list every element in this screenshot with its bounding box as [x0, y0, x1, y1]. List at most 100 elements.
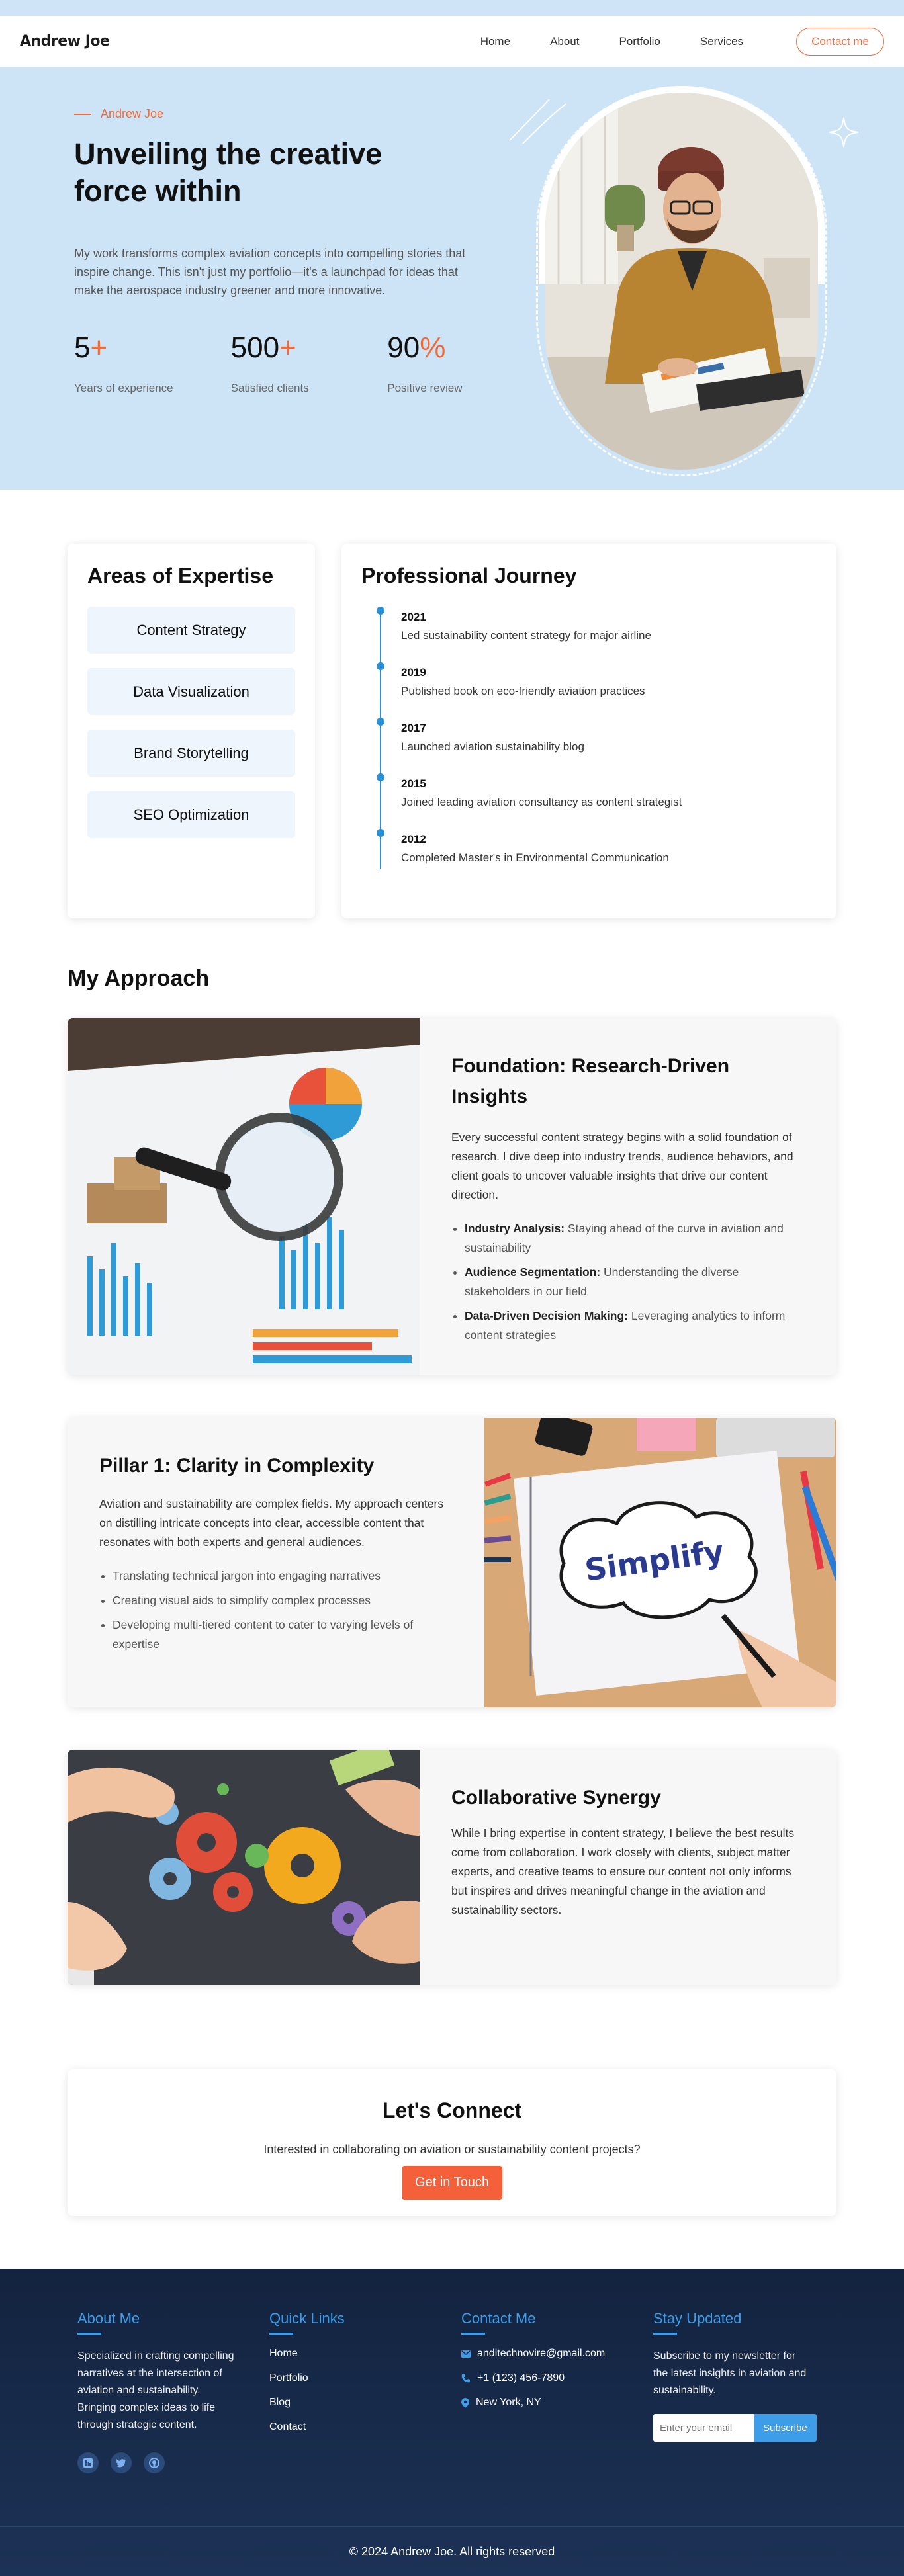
journey-title: Professional Journey: [361, 564, 577, 587]
timeline-dot: [377, 718, 384, 726]
github-icon[interactable]: [144, 2452, 165, 2473]
timeline-year: 2019: [401, 666, 426, 679]
nav-link-services[interactable]: Services: [700, 35, 743, 48]
timeline-year: 2021: [401, 611, 426, 623]
location-icon: [461, 2397, 469, 2408]
hero-title-line1: Unveiling the creative: [74, 137, 383, 171]
timeline-dot: [377, 607, 384, 615]
research-image: [68, 1018, 420, 1375]
gears-image: [68, 1750, 420, 1985]
stat-value: 90: [387, 331, 420, 364]
stat-label: Years of experience: [74, 382, 173, 394]
eyebrow-text: Andrew Joe: [101, 107, 164, 120]
portrait-illustration: [545, 93, 818, 470]
expertise-item: Data Visualization: [87, 668, 295, 715]
nav-link-portfolio[interactable]: Portfolio: [619, 35, 660, 48]
subscribe-button[interactable]: Subscribe: [754, 2414, 817, 2442]
portrait-frame: [536, 86, 827, 483]
connect-text: Interested in collaborating on aviation …: [263, 2143, 641, 2156]
hero-description: My work transforms complex aviation conc…: [74, 247, 466, 297]
hero-title: Unveiling the creative force within: [74, 136, 484, 210]
stat-value: 5: [74, 331, 91, 364]
footer-link-portfolio[interactable]: Portfolio: [269, 2372, 461, 2384]
expertise-journey-row: Areas of Expertise Content Strategy Data…: [68, 544, 836, 918]
expertise-card: Areas of Expertise Content Strategy Data…: [68, 544, 315, 918]
timeline-text: Joined leading aviation consultancy as c…: [401, 796, 682, 808]
get-in-touch-button[interactable]: Get in Touch: [402, 2166, 502, 2200]
contact-phone[interactable]: +1 (123) 456-7890: [461, 2372, 653, 2384]
timeline-dot: [377, 662, 384, 670]
stat-reviews: 90% Positive review: [387, 331, 484, 395]
top-strip: [0, 0, 904, 16]
connect-title: Let's Connect: [382, 2098, 522, 2122]
newsletter-email-input[interactable]: [653, 2414, 754, 2442]
stat-suffix: +: [90, 331, 108, 364]
foundation-list: Industry Analysis: Staying ahead of the …: [451, 1219, 806, 1345]
stat-experience: 5+ Years of experience: [74, 331, 231, 395]
list-item: Developing multi-tiered content to cater…: [113, 1615, 454, 1654]
phone-text: +1 (123) 456-7890: [477, 2372, 565, 2383]
stat-clients: 500+ Satisfied clients: [231, 331, 388, 395]
timeline-text: Completed Master's in Environmental Comm…: [401, 851, 669, 864]
quick-links-list: Home Portfolio Blog Contact: [269, 2348, 461, 2433]
timeline-text: Led sustainability content strategy for …: [401, 629, 651, 642]
list-item: Industry Analysis: Staying ahead of the …: [465, 1219, 806, 1258]
footer-contact: Contact Me anditechnovire@gmail.com +1 (…: [461, 2310, 653, 2473]
synergy-title: Collaborative Synergy: [451, 1787, 661, 1809]
stat-label: Positive review: [387, 382, 463, 394]
social-links: [77, 2452, 269, 2473]
location-text: New York, NY: [476, 2397, 541, 2408]
timeline-text: Launched aviation sustainability blog: [401, 740, 584, 753]
timeline-item: 2012 Completed Master's in Environmental…: [377, 829, 817, 869]
expertise-item: Content Strategy: [87, 607, 295, 654]
timeline-dot: [377, 773, 384, 781]
phone-icon: [461, 2374, 470, 2383]
email-text: anditechnovire@gmail.com: [477, 2348, 606, 2359]
footer-newsletter: Stay Updated Subscribe to my newsletter …: [653, 2310, 845, 2473]
foundation-title-line1: Foundation: Research-Driven: [451, 1055, 730, 1077]
contact-me-button[interactable]: Contact me: [796, 27, 884, 56]
main-content: Areas of Expertise Content Strategy Data…: [68, 544, 836, 2216]
footer-link-home[interactable]: Home: [269, 2348, 461, 2360]
contact-list: anditechnovire@gmail.com +1 (123) 456-78…: [461, 2348, 653, 2409]
pillar1-card: Pillar 1: Clarity in Complexity Aviation…: [68, 1418, 836, 1707]
footer-about-title: About Me: [77, 2310, 269, 2335]
portrait-photo: [545, 93, 818, 470]
contact-title: Contact Me: [461, 2310, 653, 2335]
footer-link-contact[interactable]: Contact: [269, 2421, 461, 2433]
nav-link-about[interactable]: About: [550, 35, 579, 48]
pillar1-text: Aviation and sustainability are complex …: [99, 1497, 444, 1549]
timeline-item: 2015 Joined leading aviation consultancy…: [377, 773, 817, 833]
pillar1-body: Pillar 1: Clarity in Complexity Aviation…: [68, 1418, 484, 1707]
twitter-icon[interactable]: [111, 2452, 132, 2473]
linkedin-icon[interactable]: [77, 2452, 99, 2473]
timeline-year: 2015: [401, 777, 426, 790]
hero-stats: 5+ Years of experience 500+ Satisfied cl…: [74, 331, 484, 395]
list-item: Translating technical jargon into engagi…: [113, 1567, 454, 1586]
contact-email[interactable]: anditechnovire@gmail.com: [461, 2348, 653, 2360]
approach-title: My Approach: [68, 966, 210, 991]
foundation-body: Foundation: Research-Driven Insights Eve…: [420, 1018, 836, 1375]
expertise-item: SEO Optimization: [87, 791, 295, 838]
foundation-card: Foundation: Research-Driven Insights Eve…: [68, 1018, 836, 1375]
nav-link-home[interactable]: Home: [480, 35, 510, 48]
brand-logo[interactable]: Andrew Joe: [20, 33, 110, 50]
foundation-text: Every successful content strategy begins…: [451, 1131, 793, 1201]
foundation-title-line2: Insights: [451, 1086, 528, 1107]
simplify-image: Simplify: [484, 1418, 836, 1707]
newsletter-form: Subscribe: [653, 2414, 845, 2442]
newsletter-title: Stay Updated: [653, 2310, 845, 2335]
footer: About Me Specialized in crafting compell…: [0, 2269, 904, 2576]
list-item: Creating visual aids to simplify complex…: [113, 1591, 454, 1610]
hero-section: Andrew Joe Unveiling the creative force …: [0, 67, 904, 490]
footer-link-blog[interactable]: Blog: [269, 2397, 461, 2409]
bullet-head: Data-Driven Decision Making:: [465, 1309, 628, 1322]
footer-about: About Me Specialized in crafting compell…: [77, 2310, 269, 2473]
gears-illustration: [68, 1750, 420, 1985]
hero-eyebrow: Andrew Joe: [74, 107, 484, 121]
footer-columns: About Me Specialized in crafting compell…: [77, 2310, 845, 2473]
eyebrow-line: [74, 113, 91, 115]
newsletter-text: Subscribe to my newsletter for the lates…: [653, 2350, 807, 2396]
expertise-list: Content Strategy Data Visualization Bran…: [87, 607, 295, 838]
synergy-body: Collaborative Synergy While I bring expe…: [420, 1750, 836, 1985]
